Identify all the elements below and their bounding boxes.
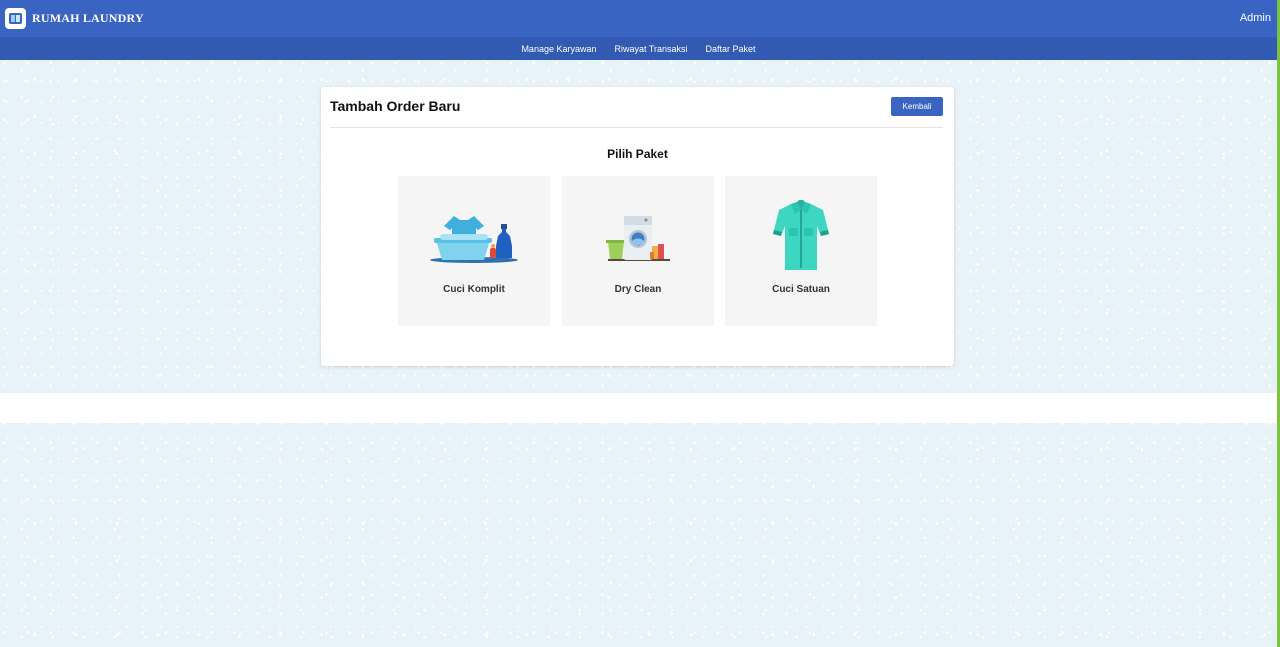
package-dry-clean[interactable]: Dry Clean [562,176,714,326]
package-cuci-komplit[interactable]: Cuci Komplit [398,176,550,326]
back-button[interactable]: Kembali [891,97,943,116]
shirt-icon [751,198,851,278]
package-cuci-satuan[interactable]: Cuci Satuan [725,176,877,326]
page-title: Tambah Order Baru [330,98,461,114]
nav-riwayat-transaksi[interactable]: Riwayat Transaksi [614,44,687,54]
user-menu[interactable]: Admin [1240,12,1271,24]
divider [330,127,943,128]
nav-manage-karyawan[interactable]: Manage Karyawan [521,44,596,54]
laundry-logo-icon [5,8,26,29]
package-label: Cuci Komplit [443,284,505,295]
laundry-basin-icon [424,198,524,278]
package-label: Dry Clean [614,284,662,295]
order-card: Tambah Order Baru Kembali Pilih Paket Cu… [321,87,954,366]
brand-name[interactable]: RUMAH LAUNDRY [32,11,144,26]
section-title: Pilih Paket [607,147,668,161]
footer-band [0,393,1277,423]
washing-machine-icon [588,198,688,278]
package-label: Cuci Satuan [772,284,830,295]
main-nav: Manage Karyawan Riwayat Transaksi Daftar… [0,37,1277,60]
nav-daftar-paket[interactable]: Daftar Paket [706,44,756,54]
top-header: RUMAH LAUNDRY Admin [0,0,1277,37]
